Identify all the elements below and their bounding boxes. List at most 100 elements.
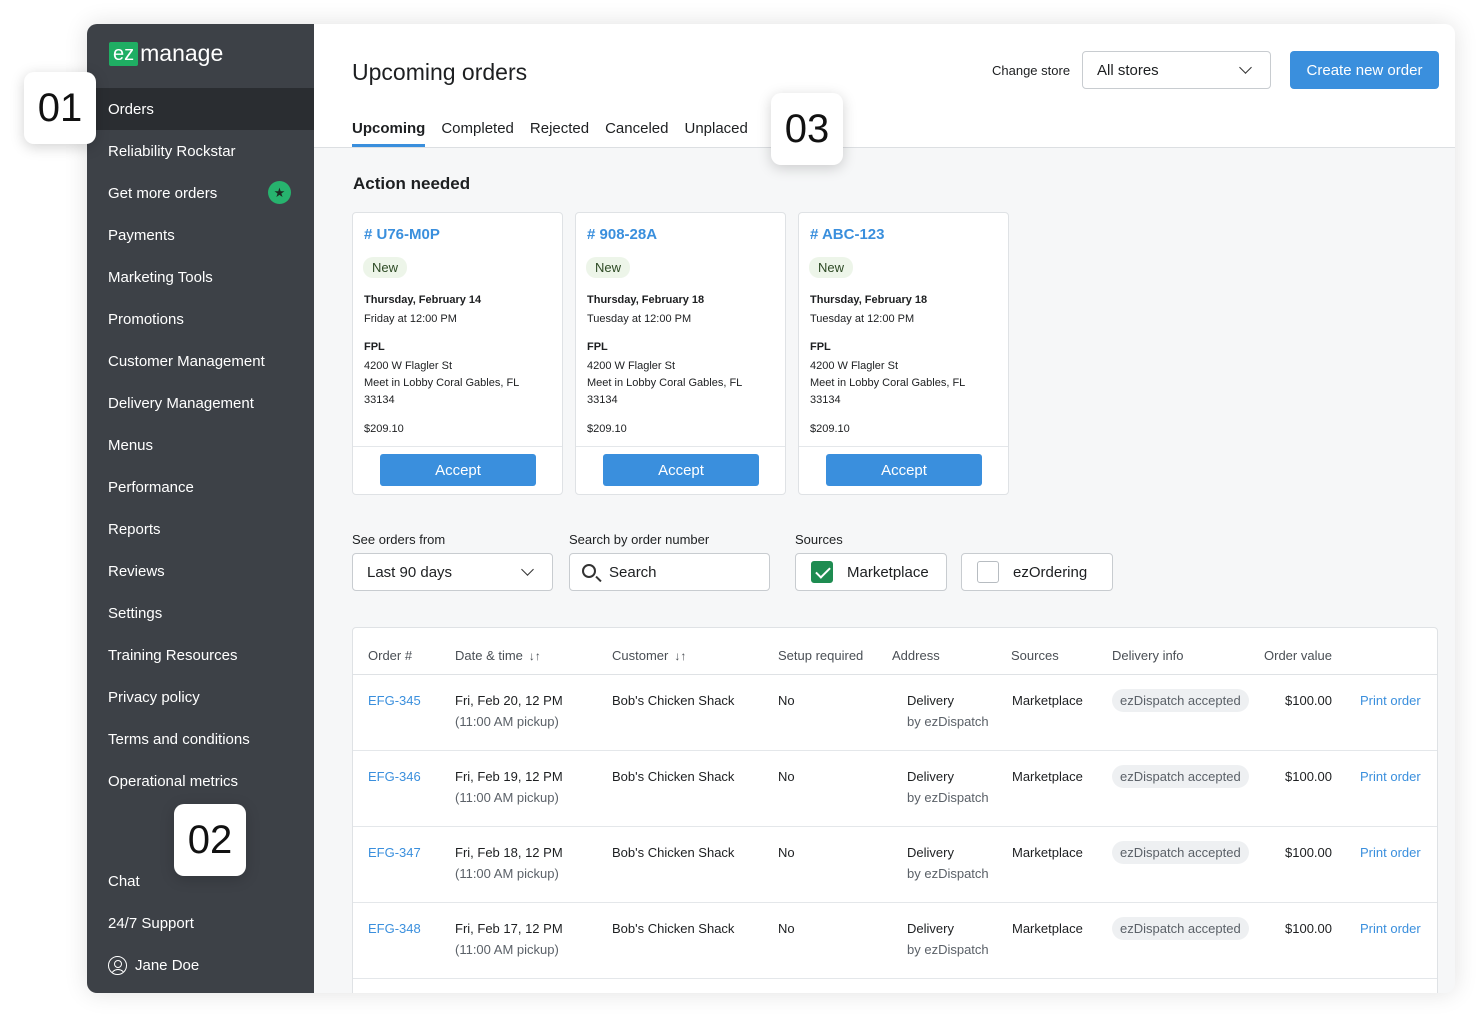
address-sub: by ezDispatch: [907, 942, 989, 957]
sidebar-item-label: Marketing Tools: [108, 268, 213, 286]
delivery-status-badge: ezDispatch accepted: [1112, 841, 1249, 864]
order-address: Delivery by ezDispatch: [907, 921, 989, 957]
accept-button[interactable]: Accept: [380, 454, 536, 486]
sources-label: Sources: [795, 532, 843, 547]
sidebar-item-settings[interactable]: Settings: [87, 592, 314, 634]
ezmanage-logo: ez manage: [109, 40, 223, 67]
sort-icon[interactable]: ↓↑: [529, 649, 541, 663]
customer-name: Bob's Chicken Shack: [612, 845, 735, 860]
order-number-link[interactable]: EFG-348: [368, 921, 421, 936]
sidebar-item-customer-management[interactable]: Customer Management: [87, 340, 314, 382]
sidebar-item-reviews[interactable]: Reviews: [87, 550, 314, 592]
sidebar-item-marketing-tools[interactable]: Marketing Tools: [87, 256, 314, 298]
delivery-status-badge: ezDispatch accepted: [1112, 765, 1249, 788]
col-header-datetime[interactable]: Date & time ↓↑: [455, 648, 541, 663]
card-divider: [353, 446, 562, 447]
print-order-link[interactable]: Print order: [1360, 921, 1421, 936]
order-card-address-2: Meet in Lobby Coral Gables, FL: [364, 377, 520, 389]
order-date: Fri, Feb 18, 12 PM: [455, 845, 563, 860]
sidebar-item-label: Terms and conditions: [108, 730, 250, 748]
sidebar-item-reports[interactable]: Reports: [87, 508, 314, 550]
sidebar-item-operational-metrics[interactable]: Operational metrics: [87, 760, 314, 802]
order-card-time: Friday at 12:00 PM: [364, 313, 457, 325]
logo-ez: ez: [109, 41, 139, 66]
order-number-link[interactable]: EFG-346: [368, 769, 421, 784]
order-date: Fri, Feb 20, 12 PM: [455, 693, 563, 708]
order-number-link[interactable]: EFG-347: [368, 845, 421, 860]
checkbox-unchecked[interactable]: [977, 561, 999, 583]
col-header-delivery: Delivery info: [1112, 648, 1184, 663]
order-value: $100.00: [1285, 693, 1332, 708]
order-datetime: Fri, Feb 18, 12 PM (11:00 AM pickup): [455, 845, 563, 881]
sidebar-item-menus[interactable]: Menus: [87, 424, 314, 466]
sidebar-item-label: Menus: [108, 436, 154, 454]
order-address: Delivery by ezDispatch: [907, 693, 989, 729]
tab-unplaced[interactable]: Unplaced: [684, 120, 747, 147]
order-card-id[interactable]: # 908-28A: [587, 226, 657, 243]
sidebar-item-terms-and-conditions[interactable]: Terms and conditions: [87, 718, 314, 760]
tab-canceled[interactable]: Canceled: [605, 120, 668, 147]
sidebar-item-training-resources[interactable]: Training Resources: [87, 634, 314, 676]
checkbox-checked[interactable]: [811, 561, 833, 583]
store-select-value: All stores: [1097, 61, 1159, 79]
order-card-address: 4200 W Flagler St: [810, 360, 899, 372]
print-order-link[interactable]: Print order: [1360, 845, 1421, 860]
order-card-address-2: Meet in Lobby Coral Gables, FL: [810, 377, 966, 389]
card-divider: [799, 446, 1008, 447]
order-source: Marketplace: [1012, 921, 1083, 936]
sidebar-item-payments[interactable]: Payments: [87, 214, 314, 256]
callout-03: 03: [771, 93, 843, 165]
order-card-address: 4200 W Flagler St: [364, 360, 453, 372]
sidebar-item-label: Delivery Management: [108, 394, 254, 412]
print-order-link[interactable]: Print order: [1360, 769, 1421, 784]
order-number-link[interactable]: EFG-345: [368, 693, 421, 708]
order-value: $100.00: [1285, 769, 1332, 784]
col-header-order: Order #: [368, 648, 413, 663]
source-checkbox-marketplace[interactable]: Marketplace: [795, 553, 947, 591]
order-source: Marketplace: [1012, 845, 1083, 860]
chevron-down-icon: [1239, 61, 1252, 74]
print-order-link[interactable]: Print order: [1360, 693, 1421, 708]
orders-from-select[interactable]: Last 90 days: [352, 553, 553, 591]
orders-from-label: See orders from: [352, 532, 446, 547]
search-input[interactable]: Search: [569, 553, 770, 591]
source-checkbox-ezordering[interactable]: ezOrdering: [961, 553, 1113, 591]
sidebar-item-get-more-orders[interactable]: Get more orders ★: [87, 172, 314, 214]
sidebar-item-orders[interactable]: Orders: [87, 88, 314, 130]
create-new-order-button[interactable]: Create new order: [1290, 51, 1439, 89]
tab-completed[interactable]: Completed: [441, 120, 514, 147]
sidebar-item-performance[interactable]: Performance: [87, 466, 314, 508]
tab-upcoming[interactable]: Upcoming: [352, 120, 426, 147]
order-card-address-2: Meet in Lobby Coral Gables, FL: [587, 377, 743, 389]
order-card-id[interactable]: # U76-M0P: [364, 226, 440, 243]
user-profile[interactable]: Jane Doe: [87, 944, 314, 986]
order-card-address: 4200 W Flagler St: [587, 360, 676, 372]
callout-02: 02: [174, 804, 246, 876]
change-store-label: Change store: [992, 63, 1071, 78]
accept-button[interactable]: Accept: [603, 454, 759, 486]
sidebar-item-privacy-policy[interactable]: Privacy policy: [87, 676, 314, 718]
status-badge: New: [363, 257, 408, 278]
order-card: # U76-M0P New Thursday, February 14 Frid…: [352, 212, 563, 495]
table-row[interactable]: EFG-347 Fri, Feb 18, 12 PM (11:00 AM pick…: [353, 827, 1437, 903]
order-card-id[interactable]: # ABC-123: [810, 226, 884, 243]
sidebar-item-label: Operational metrics: [108, 772, 239, 790]
status-badge: New: [586, 257, 631, 278]
store-select[interactable]: All stores: [1082, 51, 1271, 89]
sidebar-item-reliability-rockstar[interactable]: Reliability Rockstar: [87, 130, 314, 172]
tab-rejected[interactable]: Rejected: [530, 120, 589, 147]
table-row[interactable]: EFG-345 Fri, Feb 20, 12 PM (11:00 AM pick…: [353, 675, 1437, 751]
logo-manage: manage: [140, 40, 224, 66]
table-row[interactable]: EFG-346 Fri, Feb 19, 12 PM (11:00 AM pick…: [353, 751, 1437, 827]
customer-name: Bob's Chicken Shack: [612, 693, 735, 708]
sidebar-item-delivery-management[interactable]: Delivery Management: [87, 382, 314, 424]
delivery-status-badge: ezDispatch accepted: [1112, 689, 1249, 712]
sidebar-item-support[interactable]: 24/7 Support: [87, 902, 314, 944]
col-header-customer[interactable]: Customer ↓↑: [612, 648, 686, 663]
order-card-date: Thursday, February 18: [810, 294, 928, 306]
order-date: Fri, Feb 17, 12 PM: [455, 921, 563, 936]
table-row[interactable]: EFG-348 Fri, Feb 17, 12 PM (11:00 AM pick…: [353, 903, 1437, 979]
sort-icon[interactable]: ↓↑: [674, 649, 686, 663]
sidebar-item-promotions[interactable]: Promotions: [87, 298, 314, 340]
accept-button[interactable]: Accept: [826, 454, 982, 486]
